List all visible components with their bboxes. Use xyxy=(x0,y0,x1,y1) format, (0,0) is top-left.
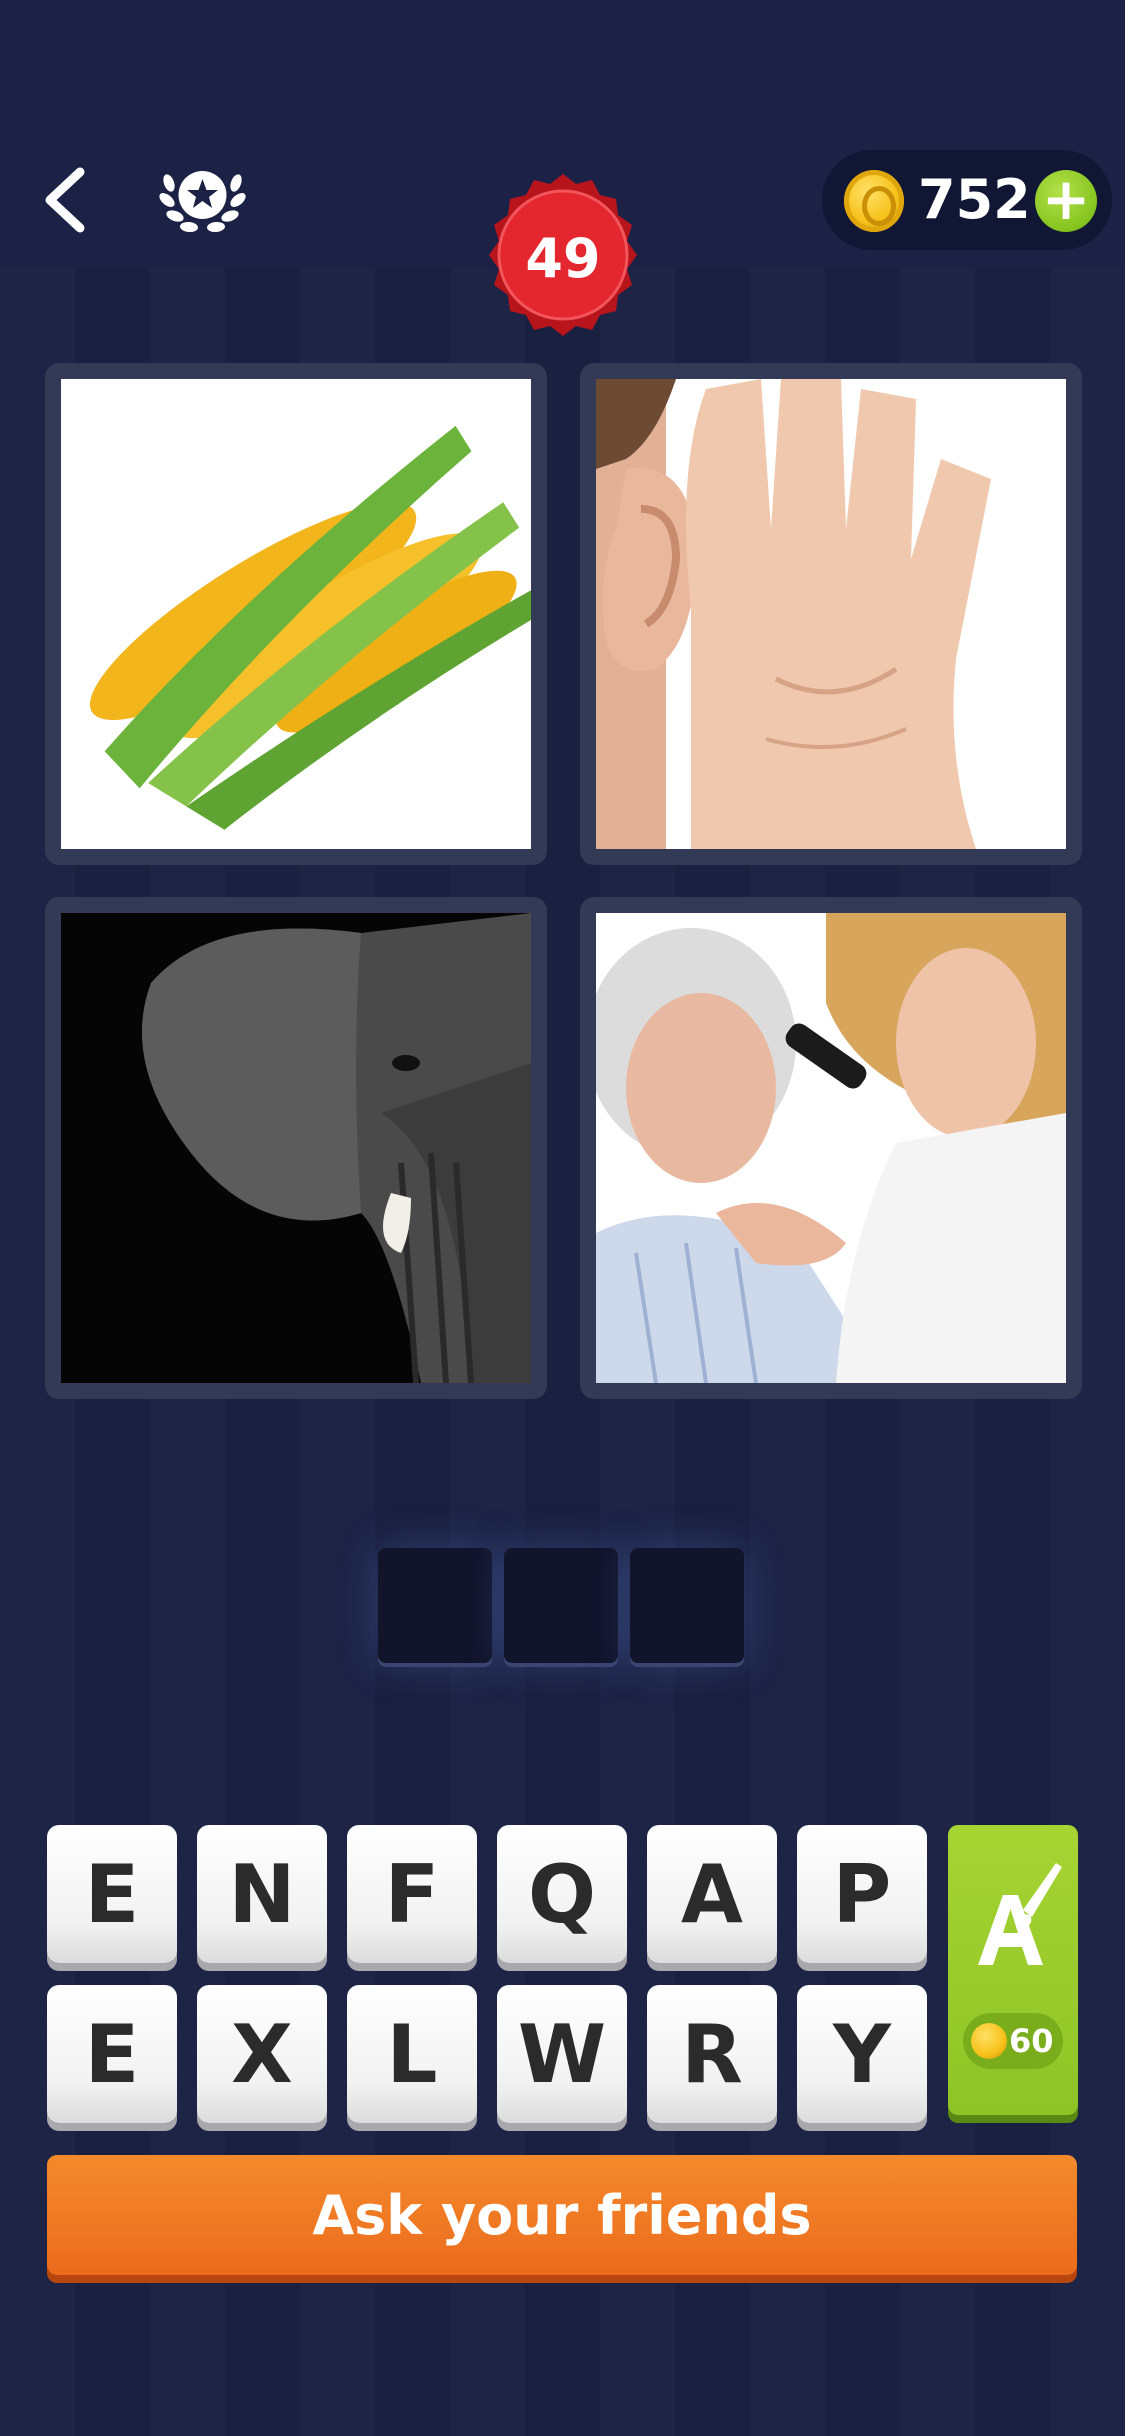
elephant-picture xyxy=(61,913,531,1383)
ear-picture xyxy=(596,379,1066,849)
coin-icon xyxy=(971,2023,1007,2059)
picture-tile-3[interactable] xyxy=(45,897,547,1399)
coin-balance[interactable]: 752 + xyxy=(822,150,1112,250)
letter-key[interactable]: E xyxy=(47,1825,177,1963)
letter-key[interactable]: P xyxy=(797,1825,927,1963)
answer-slot[interactable] xyxy=(504,1548,618,1663)
coin-icon xyxy=(844,170,904,232)
achievements-button[interactable] xyxy=(155,155,250,240)
picture-tile-2[interactable] xyxy=(580,363,1082,865)
level-number: 49 xyxy=(525,226,601,290)
coin-count: 752 xyxy=(918,168,1031,231)
letter-key[interactable]: Y xyxy=(797,1985,927,2123)
letter-key[interactable]: Q xyxy=(497,1825,627,1963)
back-button[interactable] xyxy=(30,160,100,240)
ear-exam-picture xyxy=(596,913,1066,1383)
letter-key[interactable]: E xyxy=(47,1985,177,2123)
answer-slot[interactable] xyxy=(378,1548,492,1663)
answer-slot[interactable] xyxy=(630,1548,744,1663)
letter-key[interactable]: F xyxy=(347,1825,477,1963)
chevron-left-icon xyxy=(45,167,85,233)
paintbrush-letter-icon xyxy=(978,1863,1062,1965)
letter-key[interactable]: W xyxy=(497,1985,627,2123)
hint-cost-value: 60 xyxy=(1009,2022,1054,2060)
hint-cost: 60 xyxy=(963,2013,1063,2069)
add-coins-button[interactable]: + xyxy=(1035,170,1097,232)
picture-tile-4[interactable] xyxy=(580,897,1082,1399)
letter-keyboard: E N F Q A P E X L W R Y xyxy=(47,1825,932,2123)
corn-picture xyxy=(61,379,531,849)
letter-key[interactable]: N xyxy=(197,1825,327,1963)
letter-key[interactable]: R xyxy=(647,1985,777,2123)
picture-tile-1[interactable] xyxy=(45,363,547,865)
ask-friends-button[interactable]: Ask your friends xyxy=(47,2155,1077,2275)
level-badge: 49 xyxy=(473,168,653,348)
answer-slots xyxy=(378,1548,748,1663)
letter-key[interactable]: L xyxy=(347,1985,477,2123)
letter-key[interactable]: A xyxy=(647,1825,777,1963)
hint-button[interactable]: 60 xyxy=(948,1825,1078,2115)
letter-key[interactable]: X xyxy=(197,1985,327,2123)
laurel-star-icon xyxy=(159,171,246,233)
